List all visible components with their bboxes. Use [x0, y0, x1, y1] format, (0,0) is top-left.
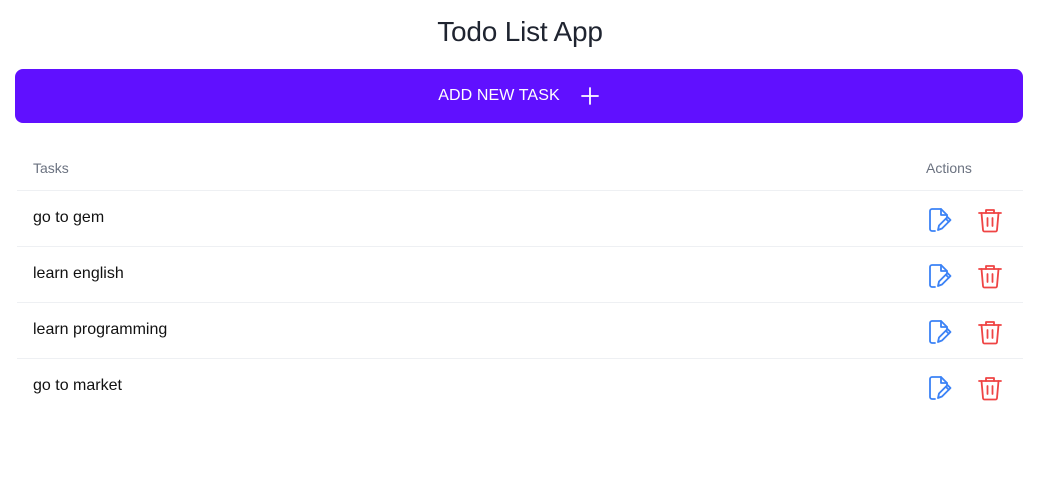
task-table-header: Tasks Actions: [17, 148, 1023, 191]
edit-icon[interactable]: [926, 206, 954, 234]
todo-app: Todo List App ADD NEW TASK Tasks Actions…: [0, 0, 1040, 480]
table-row: go to market: [17, 359, 1023, 414]
edit-icon[interactable]: [926, 374, 954, 402]
task-text: go to market: [33, 377, 122, 394]
actions-column-header: Actions: [926, 160, 972, 176]
edit-icon[interactable]: [926, 318, 954, 346]
add-new-task-button[interactable]: ADD NEW TASK: [15, 69, 1023, 123]
task-text: learn english: [33, 265, 124, 282]
page-title: Todo List App: [437, 16, 603, 47]
trash-icon[interactable]: [976, 374, 1004, 402]
trash-icon[interactable]: [976, 206, 1004, 234]
table-row: learn english: [17, 247, 1023, 303]
trash-icon[interactable]: [976, 262, 1004, 290]
table-row: learn programming: [17, 303, 1023, 359]
add-new-task-label: ADD NEW TASK: [438, 87, 560, 104]
edit-icon[interactable]: [926, 262, 954, 290]
plus-icon: [580, 86, 600, 106]
tasks-column-header: Tasks: [33, 160, 69, 176]
table-row: go to gem: [17, 191, 1023, 247]
task-text: learn programming: [33, 321, 168, 338]
task-table: Tasks Actions go to gem learn english le…: [17, 148, 1023, 414]
task-text: go to gem: [33, 209, 105, 226]
trash-icon[interactable]: [976, 318, 1004, 346]
